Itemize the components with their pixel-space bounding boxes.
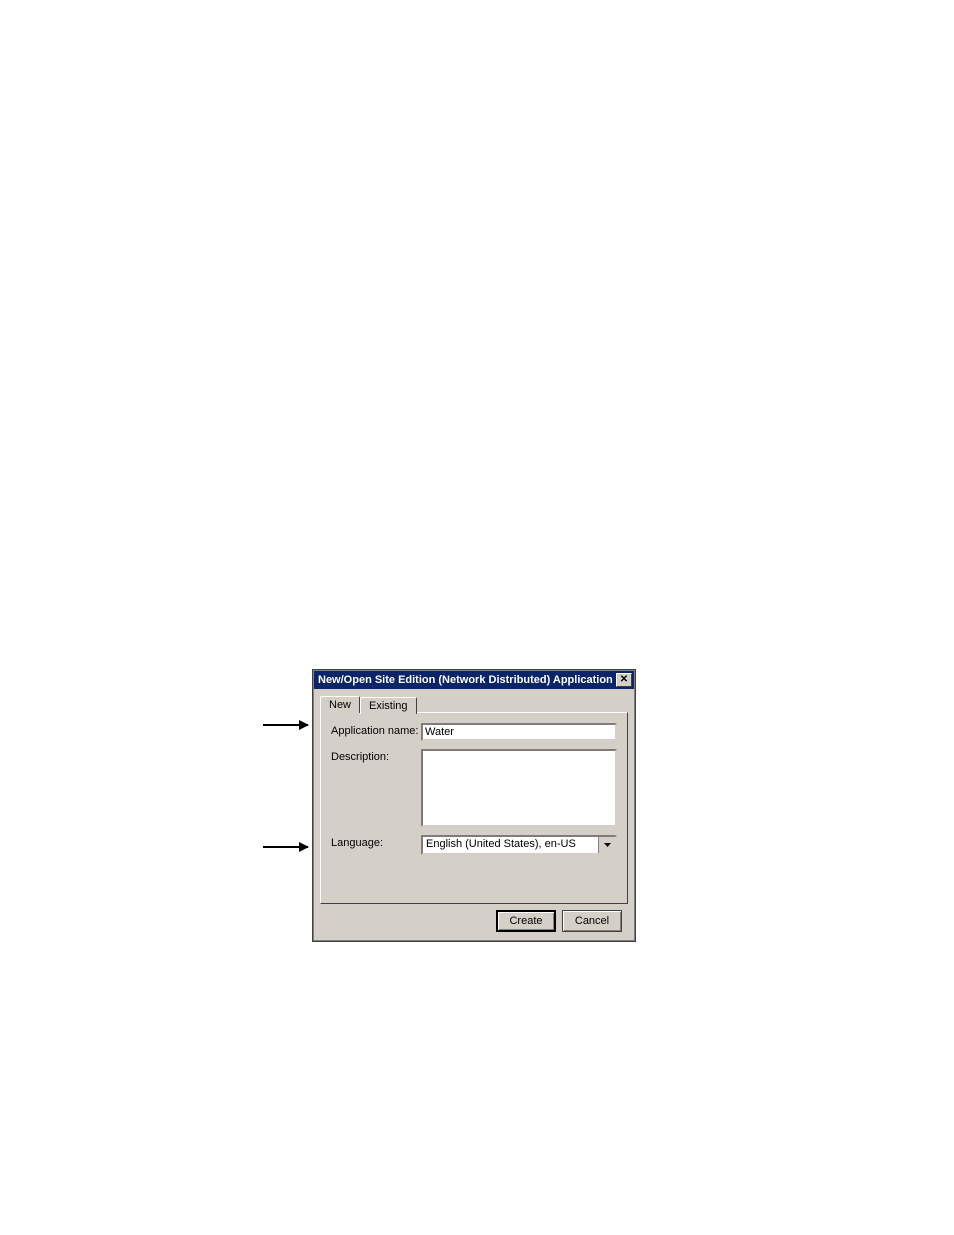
application-name-input[interactable] <box>421 723 617 741</box>
close-icon: ✕ <box>620 671 628 689</box>
tab-existing[interactable]: Existing <box>360 697 417 714</box>
tab-new[interactable]: New <box>320 696 360 713</box>
annotation-arrow <box>263 724 308 726</box>
tab-strip: New Existing <box>320 695 628 712</box>
annotation-arrow <box>263 846 308 848</box>
cancel-button[interactable]: Cancel <box>562 910 622 932</box>
titlebar[interactable]: New/Open Site Edition (Network Distribut… <box>314 671 634 689</box>
tab-label: Existing <box>369 700 408 712</box>
chevron-down-icon <box>604 843 611 847</box>
dialog-button-row: Create Cancel <box>320 904 628 932</box>
language-label: Language: <box>331 835 421 855</box>
tab-panel-new: Application name: Description: Language:… <box>320 712 628 904</box>
description-label: Description: <box>331 749 421 827</box>
new-open-application-dialog: New/Open Site Edition (Network Distribut… <box>313 670 635 941</box>
tab-label: New <box>329 699 351 711</box>
close-button[interactable]: ✕ <box>616 673 632 687</box>
language-dropdown-button[interactable] <box>598 837 615 853</box>
language-select[interactable]: English (United States), en-US <box>421 835 617 855</box>
application-name-label: Application name: <box>331 723 421 741</box>
dialog-title: New/Open Site Edition (Network Distribut… <box>318 671 613 689</box>
button-label: Cancel <box>575 915 609 927</box>
description-input[interactable] <box>421 749 617 827</box>
language-select-value: English (United States), en-US <box>423 837 598 853</box>
create-button[interactable]: Create <box>496 910 556 932</box>
button-label: Create <box>509 915 542 927</box>
